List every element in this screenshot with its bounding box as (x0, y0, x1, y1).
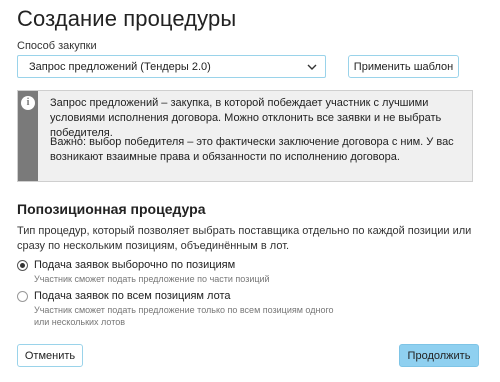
purchase-method-value: Запрос предложений (Тендеры 2.0) (29, 60, 211, 73)
radio-label[interactable]: Подача заявок выборочно по позициям (34, 258, 270, 273)
radio-circle-checked[interactable] (17, 260, 28, 271)
radio-label[interactable]: Подача заявок по всем позициям лота (34, 289, 334, 304)
radio-selective-positions[interactable]: Подача заявок выборочно по позициям Учас… (17, 258, 270, 285)
info-icon: i (21, 96, 35, 110)
positional-section-title: Попозиционная процедура (17, 201, 206, 217)
radio-hint: Участник сможет подать предложение тольк… (34, 305, 334, 327)
continue-button[interactable]: Продолжить (399, 344, 479, 367)
radio-hint: Участник сможет подать предложение по ча… (34, 274, 270, 284)
radio-circle-unchecked[interactable] (17, 291, 28, 302)
page-title: Создание процедуры (17, 6, 237, 31)
info-box-bar: i (18, 91, 38, 181)
chevron-down-icon (307, 62, 317, 72)
positional-section-description: Тип процедур, который позволяет выбрать … (17, 225, 472, 252)
purchase-method-select[interactable]: Запрос предложений (Тендеры 2.0) (17, 55, 326, 78)
info-paragraph-important: Важно: выбор победителя – это фактически… (50, 136, 454, 163)
cancel-button[interactable]: Отменить (17, 344, 83, 367)
purchase-method-label: Способ закупки (17, 40, 97, 52)
apply-template-button[interactable]: Применить шаблон (348, 55, 459, 78)
info-box: i Запрос предложений – закупка, в которо… (17, 90, 473, 182)
radio-all-positions[interactable]: Подача заявок по всем позициям лота Учас… (17, 289, 334, 328)
